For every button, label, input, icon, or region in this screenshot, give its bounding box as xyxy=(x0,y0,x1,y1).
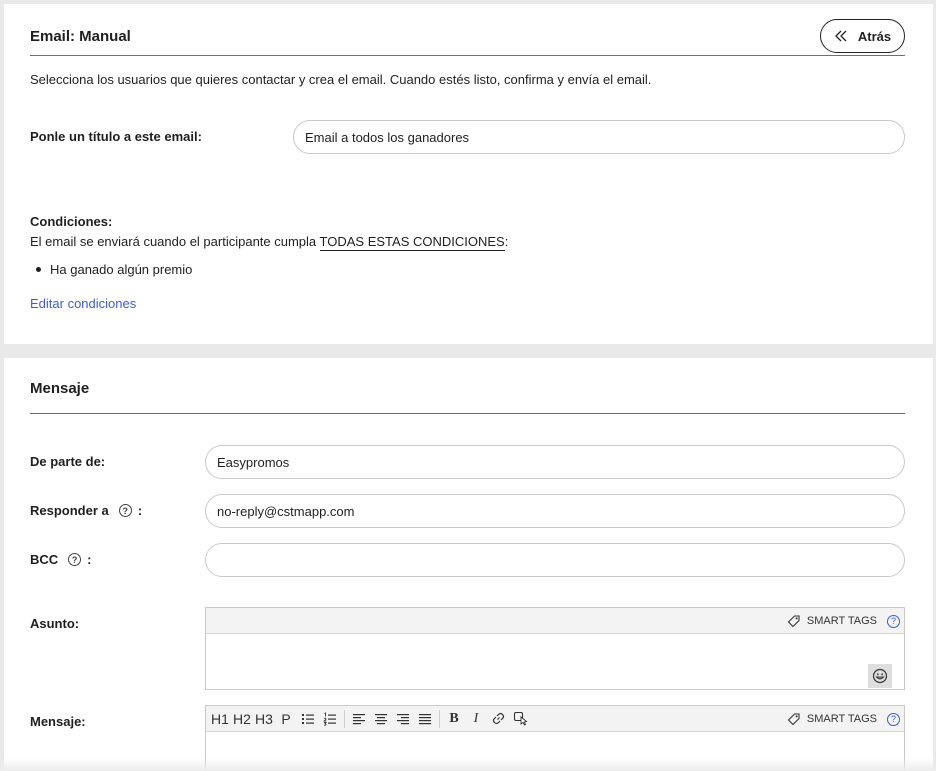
email-setup-card: Email: Manual Atrás Selecciona los usuar… xyxy=(4,4,933,344)
align-center-icon xyxy=(375,713,387,724)
bcc-colon: : xyxy=(87,552,92,567)
align-right-icon xyxy=(397,713,409,724)
align-center-button[interactable] xyxy=(370,708,392,730)
h1-button[interactable]: H1 xyxy=(209,708,231,730)
subject-editor: SMART TAGS ? xyxy=(205,607,905,690)
clear-format-icon xyxy=(513,711,528,726)
conditions-emphasis: TODAS ESTAS CONDICIONES xyxy=(319,234,505,251)
align-left-icon xyxy=(353,713,365,724)
help-icon[interactable]: ? xyxy=(118,504,132,517)
italic-button[interactable]: I xyxy=(465,708,487,730)
numbered-list-icon xyxy=(323,711,336,726)
message-label: Mensaje: xyxy=(30,714,86,729)
reply-to-label: Responder a ? : xyxy=(30,503,142,518)
link-icon xyxy=(492,712,504,725)
justify-button[interactable] xyxy=(414,708,436,730)
subject-label: Asunto: xyxy=(30,616,80,631)
align-left-button[interactable] xyxy=(348,708,370,730)
toolbar-separator xyxy=(439,709,440,728)
clear-format-button[interactable] xyxy=(509,708,531,730)
message-card: Mensaje De parte de: Responder a ? : BCC… xyxy=(4,358,933,771)
double-chevron-left-icon xyxy=(834,30,847,42)
align-justify-icon xyxy=(419,713,431,724)
smart-tags-label: SMART TAGS xyxy=(806,713,877,725)
edit-conditions-link[interactable]: Editar condiciones xyxy=(30,296,136,311)
bcc-input[interactable] xyxy=(205,543,905,577)
bullet-icon xyxy=(36,267,41,272)
align-right-button[interactable] xyxy=(392,708,414,730)
page-title: Email: Manual xyxy=(30,28,131,45)
subject-textarea[interactable] xyxy=(206,634,904,689)
link-button[interactable] xyxy=(487,708,509,730)
bold-button[interactable]: B xyxy=(443,708,465,730)
numbered-list-button[interactable] xyxy=(319,708,341,730)
h2-button[interactable]: H2 xyxy=(231,708,253,730)
emoji-icon xyxy=(872,668,888,684)
smart-tags-button[interactable]: SMART TAGS ? xyxy=(787,608,900,634)
conditions-heading: Condiciones: xyxy=(30,214,113,229)
conditions-sentence: El email se enviará cuando el participan… xyxy=(30,234,509,251)
section-title: Mensaje xyxy=(30,380,90,397)
reply-to-input[interactable] xyxy=(205,494,905,528)
email-title-label: Ponle un título a este email: xyxy=(30,129,202,144)
conditions-sentence-suffix: : xyxy=(504,234,509,249)
smart-tags-button[interactable]: SMART TAGS ? xyxy=(787,706,900,732)
tag-icon xyxy=(787,615,800,628)
subject-toolbar: SMART TAGS ? xyxy=(206,608,904,634)
paragraph-button[interactable]: P xyxy=(275,708,297,730)
back-button-label: Atrás xyxy=(857,28,892,44)
back-button[interactable]: Atrás xyxy=(820,19,905,53)
message-toolbar: H1 H2 H3 P B I SMART TAGS ? xyxy=(206,706,904,732)
from-input[interactable] xyxy=(205,445,905,479)
help-icon[interactable]: ? xyxy=(887,614,900,628)
conditions-sentence-prefix: El email se enviará cuando el participan… xyxy=(30,234,320,249)
email-title-input[interactable] xyxy=(293,120,905,154)
reply-to-colon: : xyxy=(137,503,143,518)
reply-to-label-text: Responder a xyxy=(30,503,109,518)
smart-tags-label: SMART TAGS xyxy=(806,615,877,627)
title-divider xyxy=(30,55,905,56)
from-label: De parte de: xyxy=(30,454,106,469)
bcc-label-text: BCC xyxy=(30,552,59,567)
intro-text: Selecciona los usuarios que quieres cont… xyxy=(30,72,652,87)
section-divider xyxy=(30,413,905,414)
bullet-list-button[interactable] xyxy=(297,708,319,730)
help-icon[interactable]: ? xyxy=(68,553,82,566)
condition-list-item: Ha ganado algún premio xyxy=(36,262,192,277)
help-icon[interactable]: ? xyxy=(887,712,900,726)
emoji-button[interactable] xyxy=(868,664,892,688)
scroll-fade xyxy=(0,758,936,771)
tag-icon xyxy=(787,713,800,726)
h3-button[interactable]: H3 xyxy=(253,708,275,730)
bcc-label: BCC ? : xyxy=(30,552,92,567)
bullet-list-icon xyxy=(302,713,314,724)
condition-text: Ha ganado algún premio xyxy=(50,262,193,277)
toolbar-separator xyxy=(344,709,345,728)
